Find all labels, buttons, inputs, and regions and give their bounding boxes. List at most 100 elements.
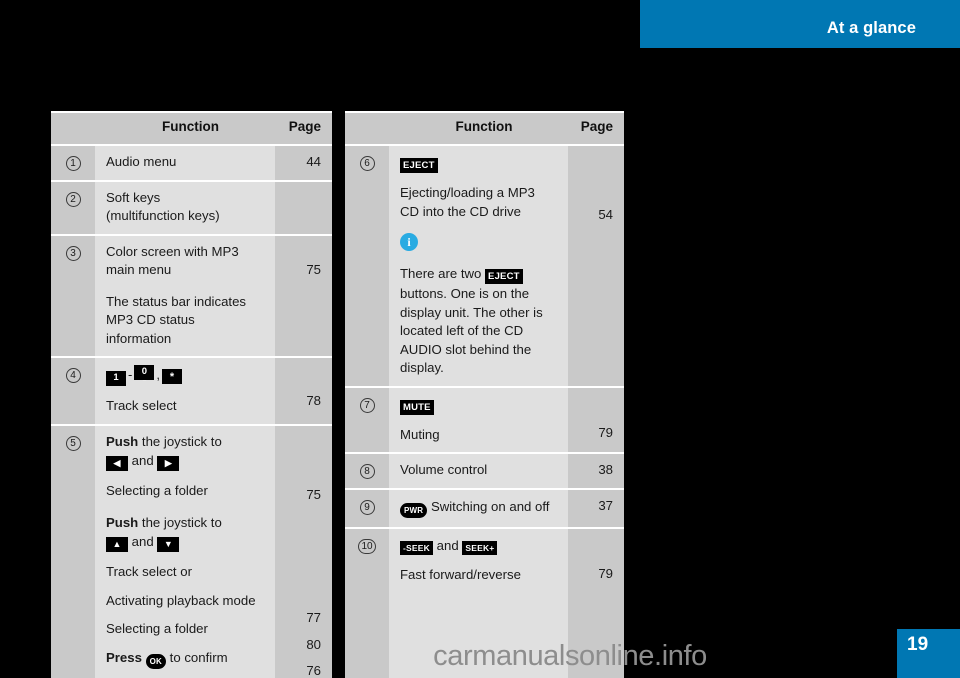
function-text: display. <box>400 360 444 375</box>
key-star-icon[interactable]: * <box>161 369 182 384</box>
conjunction-and: and <box>131 534 154 549</box>
row-index-cell: 1 <box>51 146 95 180</box>
page-number: 78 <box>306 393 321 408</box>
header-page-label: Page <box>580 119 613 134</box>
row-function-cell: EJECT Ejecting/loading a MP3 CD into the… <box>389 146 568 386</box>
page-number: 76 <box>306 663 321 678</box>
index-marker-4: 4 <box>65 368 81 383</box>
key-0-icon[interactable]: 0 _ <box>134 365 155 382</box>
conjunction-and: and <box>436 537 459 553</box>
index-marker-7: 7 <box>359 397 375 413</box>
page-number: 37 <box>598 497 613 513</box>
row-index-cell: 5 <box>51 425 95 678</box>
row-function-cell: MUTE Muting <box>389 387 568 452</box>
page-number: 54 <box>598 207 613 222</box>
row-page-cell: 44 <box>275 146 332 180</box>
function-text: Push the joystick to <box>106 433 222 449</box>
index-marker-9: 9 <box>359 499 375 515</box>
row-index-cell: 2 <box>51 181 95 234</box>
table-row: 2 Soft keys (multifunction keys) <box>51 181 332 234</box>
function-text: There are two <box>400 266 486 281</box>
function-text: Ejecting/loading a MP3 <box>400 185 535 200</box>
function-text: Soft keys <box>106 189 161 205</box>
table-row: 1 Audio menu 44 <box>51 146 332 180</box>
header-function-cell: Function <box>389 113 568 144</box>
function-text: AUDIO slot behind the <box>400 341 532 357</box>
seek-plus-button-icon[interactable]: SEEK+ <box>462 540 498 555</box>
row-page-cell <box>275 181 332 234</box>
row-function-cell: Push the joystick to ◀ and ▶ Selecting a… <box>95 425 275 678</box>
row-index-cell: 7 <box>345 387 389 452</box>
page-title: At a glance <box>826 19 916 37</box>
function-text: buttons. One is on the <box>400 286 530 301</box>
row-page-cell: 38 <box>568 454 624 488</box>
manual-page: At a glance Function Page 1 Audio menu 4… <box>0 0 960 678</box>
ok-button-icon[interactable]: OK <box>145 653 167 669</box>
row-index-cell: 10 <box>345 528 389 678</box>
index-marker-5: 5 <box>65 435 81 451</box>
header-index-cell <box>51 113 95 144</box>
function-text: (multifunction keys) <box>106 208 220 223</box>
eject-button-icon[interactable]: EJECT <box>400 158 438 173</box>
page-number: 77 <box>306 610 321 625</box>
index-marker-2: 2 <box>65 191 81 207</box>
key-comma: , <box>156 367 160 382</box>
mute-button-icon[interactable]: MUTE <box>400 399 434 415</box>
function-text: information <box>106 330 172 346</box>
eject-button-icon-inline[interactable]: EJECT <box>485 269 523 284</box>
left-arrow-icon[interactable]: ◀ <box>106 456 128 471</box>
row-index-cell: 4 <box>51 358 95 424</box>
function-text: Press OK to confirm <box>106 639 275 670</box>
key-1-icon[interactable]: 1 <box>106 371 126 386</box>
page-number: 79 <box>598 565 613 581</box>
header-function-cell: Function <box>95 113 275 144</box>
power-button-icon[interactable]: PWR <box>400 502 428 518</box>
function-text: MP3 CD status <box>106 312 195 327</box>
table-row: 6 EJECT Ejecting/loading a MP3 CD into t… <box>345 146 624 386</box>
header-function-label: Function <box>162 119 219 134</box>
row-function-cell: Soft keys (multifunction keys) <box>95 181 275 234</box>
function-text: display unit. The other is <box>400 304 543 320</box>
row-page-cell: 37 <box>568 489 624 527</box>
page-number: 79 <box>598 424 613 440</box>
function-text: Fast forward/reverse <box>400 566 521 582</box>
right-arrow-icon[interactable]: ▶ <box>157 456 180 471</box>
page-number: 38 <box>598 462 613 477</box>
function-text: Color screen with MP3 <box>106 243 239 259</box>
function-text: Selecting a folder <box>106 483 208 498</box>
seek-minus-button-icon[interactable]: -SEEK <box>400 540 433 555</box>
conjunction-and: and <box>131 453 154 468</box>
row-page-cell: 78 <box>275 358 332 424</box>
index-marker-6: 6 <box>359 156 375 171</box>
row-index-cell: 3 <box>51 235 95 356</box>
header-index-cell <box>345 113 389 144</box>
function-text: CD into the CD drive <box>400 203 521 219</box>
page-number-badge: 19 <box>897 629 960 678</box>
page-number: 75 <box>306 486 321 502</box>
row-function-cell: Volume control <box>389 454 568 488</box>
page-number-text: 19 <box>907 634 929 655</box>
header-page-cell: Page <box>568 113 624 144</box>
up-arrow-icon[interactable]: ▲ <box>106 537 128 552</box>
function-text: Activating playback mode <box>106 592 256 608</box>
function-text: Track select <box>106 398 177 413</box>
function-text: Switching on and off <box>430 498 550 514</box>
index-marker-1: 1 <box>65 156 81 171</box>
function-text: The status bar indicates <box>106 293 247 309</box>
table-row: 9 PWR Switching on and off 37 <box>345 489 624 527</box>
function-text: Muting <box>400 426 440 442</box>
table-row: 7 MUTE Muting 79 <box>345 387 624 452</box>
row-page-cell: 79 <box>568 528 624 678</box>
header-page-cell: Page <box>275 113 332 144</box>
index-marker-10: 10 <box>358 538 376 554</box>
function-table-left: Function Page 1 Audio menu 44 2 Soft key… <box>51 111 332 678</box>
function-text: Volume control <box>400 462 488 477</box>
row-page-cell: 79 <box>568 387 624 452</box>
row-function-cell: 1-0 _, * Track select <box>95 358 275 424</box>
function-text: main menu <box>106 262 172 277</box>
function-text: Selecting a folder <box>106 621 208 636</box>
row-function-cell: Color screen with MP3 main menu The stat… <box>95 235 275 356</box>
down-arrow-icon[interactable]: ▼ <box>157 537 180 552</box>
range-dash: - <box>128 367 133 382</box>
table-row: 4 1-0 _, * Track select 78 <box>51 358 332 424</box>
